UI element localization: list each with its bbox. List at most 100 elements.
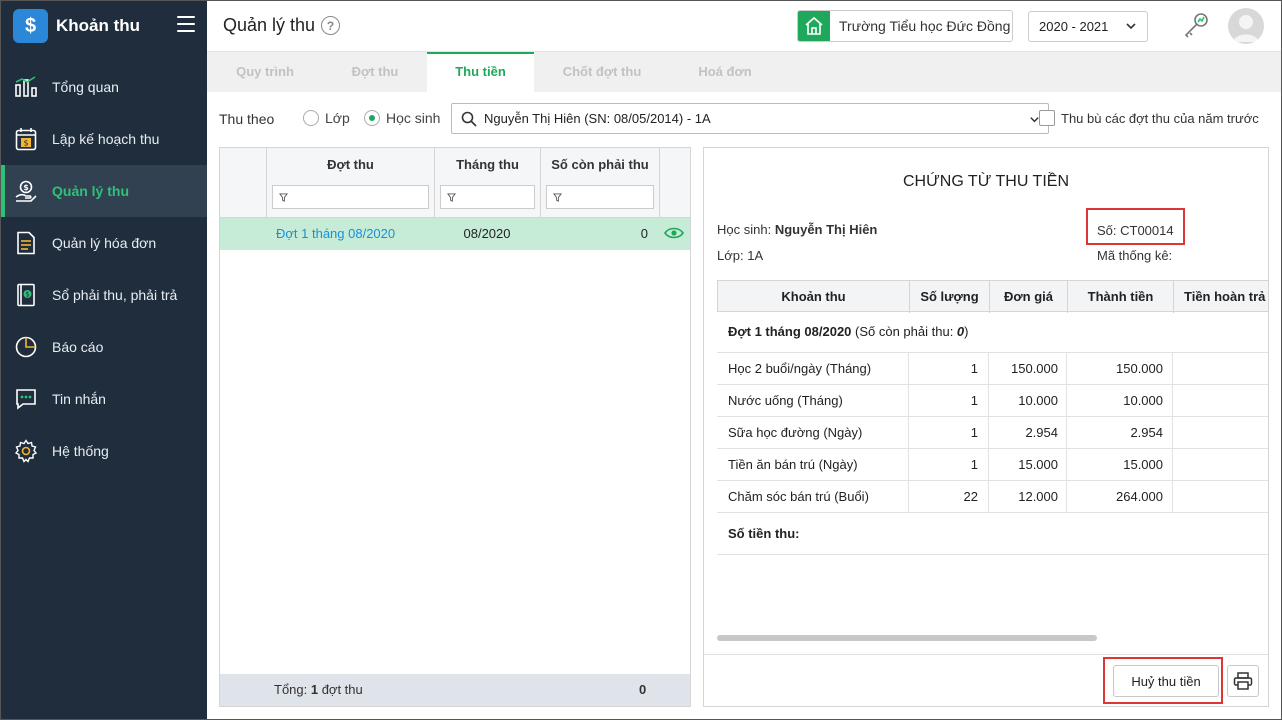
cell-don-gia: 2.954 xyxy=(1025,425,1058,440)
sidebar-item-tin-nhan[interactable]: Tin nhắn xyxy=(1,373,207,425)
carryover-checkbox[interactable]: Thu bù các đợt thu của năm trước xyxy=(1039,110,1259,126)
tab-thu-tien[interactable]: Thu tiền xyxy=(427,52,534,92)
group-title: Đợt 1 tháng 08/2020 (Số còn phải thu: 0) xyxy=(728,316,969,348)
radio-hoc-sinh-label: Học sinh xyxy=(386,110,441,126)
sidebar-item-label: Báo cáo xyxy=(52,339,104,355)
column-header: Tiền hoàn trả xyxy=(1173,281,1268,313)
footer-total: 0 xyxy=(639,682,647,697)
column-header: Tháng thu xyxy=(456,157,519,172)
key-tools-icon[interactable] xyxy=(1181,10,1211,40)
sidebar-item-quan-ly-hoa-don[interactable]: Quản lý hóa đơn xyxy=(1,217,207,269)
voucher-footer: Huỷ thu tiền xyxy=(704,654,1268,706)
grid-footer: Tổng: 1 đợt thu 0 xyxy=(220,674,690,706)
grid-header: Đợt thu Tháng thu Số còn phải thu xyxy=(220,148,690,218)
filter-icon xyxy=(279,193,288,202)
voucher-stat-code: Mã thống kê: xyxy=(1097,248,1173,263)
voucher-title: CHỨNG TỪ THU TIỀN xyxy=(902,173,1069,190)
printer-icon[interactable] xyxy=(1227,665,1259,697)
calendar-money-icon: $ xyxy=(13,126,39,152)
gear-icon xyxy=(13,438,39,464)
cell-so-luong: 1 xyxy=(970,457,978,472)
column-header: Đợt thu xyxy=(327,157,374,172)
sidebar-item-label: Lập kế hoạch thu xyxy=(52,131,160,147)
sidebar-item-so-phai-thu-phai-tra[interactable]: $ Sổ phải thu, phải trả xyxy=(1,269,207,321)
table-row: Chăm sóc bán trú (Buổi) 22 12.000 264.00… xyxy=(717,481,1268,513)
tab-quy-trinh[interactable]: Quy trình xyxy=(207,52,323,92)
thu-theo-label: Thu theo xyxy=(219,111,275,127)
grid-select-column xyxy=(220,148,266,218)
top-header: Quản lý thu ? Trường Tiểu học Đức Đồng 2… xyxy=(207,1,1281,52)
group-name: Đợt 1 tháng 08/2020 xyxy=(728,324,852,339)
student-label: Học sinh: xyxy=(717,222,775,237)
footer-prefix: Tổng: xyxy=(274,682,311,697)
column-header: Thành tiền xyxy=(1067,281,1173,313)
filter-input[interactable] xyxy=(272,185,429,209)
student-select[interactable]: Nguyễn Thị Hiên (SN: 08/05/2014) - 1A xyxy=(451,103,1049,134)
cell-so-luong: 1 xyxy=(970,425,978,440)
row-thang-thu: 08/2020 xyxy=(463,226,511,241)
grid-col-thang-thu: Tháng thu xyxy=(434,148,540,218)
table-row: Sữa học đường (Ngày) 1 2.954 2.954 xyxy=(717,417,1268,449)
sidebar-item-label: Hệ thống xyxy=(52,443,109,459)
radio-hoc-sinh[interactable]: Học sinh xyxy=(364,110,440,126)
avatar[interactable] xyxy=(1228,8,1264,44)
table-row[interactable]: Đợt 1 tháng 08/2020 08/2020 0 xyxy=(220,218,690,250)
cell-khoan-thu: Tiền ăn bán trú (Ngày) xyxy=(728,457,858,472)
document-icon xyxy=(13,230,39,256)
bar-chart-icon xyxy=(13,74,39,100)
app-window: $ Khoản thu Tổng quan $ Lập kế hoạch thu… xyxy=(0,0,1282,720)
svg-text:$: $ xyxy=(23,139,28,148)
total-label: Số tiền thu: xyxy=(728,526,800,541)
help-icon[interactable]: ? xyxy=(321,16,340,35)
filter-input[interactable] xyxy=(546,185,654,209)
chevron-down-icon xyxy=(1125,20,1137,35)
school-year-select[interactable]: 2020 - 2021 xyxy=(1028,11,1148,42)
grid-col-so-con-phai-thu: Số còn phải thu xyxy=(540,148,659,218)
cell-thanh-tien: 150.000 xyxy=(1116,361,1163,376)
pie-chart-icon xyxy=(13,334,39,360)
column-header: Đơn giá xyxy=(989,281,1067,313)
tab-hoa-don[interactable]: Hoá đơn xyxy=(670,52,780,92)
cell-khoan-thu: Nước uống (Tháng) xyxy=(728,393,843,408)
table-row: Tiền ăn bán trú (Ngày) 1 15.000 15.000 xyxy=(717,449,1268,481)
sidebar-item-lap-ke-hoach-thu[interactable]: $ Lập kế hoạch thu xyxy=(1,113,207,165)
voucher-total-row: Số tiền thu: xyxy=(717,513,1268,555)
horizontal-scrollbar[interactable] xyxy=(717,635,1097,641)
view-eye-icon[interactable] xyxy=(664,226,684,242)
cell-don-gia: 15.000 xyxy=(1018,457,1058,472)
radio-lop[interactable]: Lớp xyxy=(303,110,350,126)
cell-don-gia: 10.000 xyxy=(1018,393,1058,408)
sidebar-item-bao-cao[interactable]: Báo cáo xyxy=(1,321,207,373)
chat-icon xyxy=(13,386,39,412)
sidebar-item-label: Quản lý thu xyxy=(52,183,129,199)
radio-lop-label: Lớp xyxy=(325,110,350,126)
group-note-prefix: (Số còn phải thu: xyxy=(851,324,957,339)
app-logo-icon: $ xyxy=(13,9,48,43)
carryover-label: Thu bù các đợt thu của năm trước xyxy=(1061,110,1259,126)
sidebar-item-tong-quan[interactable]: Tổng quan xyxy=(1,61,207,113)
sidebar-item-he-thong[interactable]: Hệ thống xyxy=(1,425,207,477)
student-name: Nguyễn Thị Hiên xyxy=(774,222,878,237)
table-row: Nước uống (Tháng) 1 10.000 10.000 xyxy=(717,385,1268,417)
sidebar-item-label: Quản lý hóa đơn xyxy=(52,235,157,251)
svg-text:$: $ xyxy=(25,291,29,299)
row-dot-thu-link[interactable]: Đợt 1 tháng 08/2020 xyxy=(276,218,395,250)
hamburger-menu-icon[interactable] xyxy=(177,16,195,32)
row-so-con-phai-thu: 0 xyxy=(640,226,648,241)
tab-chot-dot-thu[interactable]: Chốt đợt thu xyxy=(534,52,670,92)
tab-dot-thu[interactable]: Đợt thu xyxy=(323,52,427,92)
voucher-student: Học sinh: Nguyễn Thị Hiên xyxy=(717,222,877,237)
grid-col-action xyxy=(659,148,690,218)
voucher-class: Lớp: 1A xyxy=(717,248,764,263)
cancel-payment-button[interactable]: Huỷ thu tiền xyxy=(1113,665,1219,697)
group-note-suffix: ) xyxy=(964,324,969,339)
cell-khoan-thu: Chăm sóc bán trú (Buổi) xyxy=(728,489,869,504)
radio-circle xyxy=(303,110,319,126)
filter-input[interactable] xyxy=(440,185,535,209)
school-selector-button[interactable]: Trường Tiểu học Đức Đồng xyxy=(797,10,1013,42)
hand-coin-icon: $ xyxy=(13,178,39,204)
dot-thu-grid: Đợt thu Tháng thu Số còn phải thu Đợt 1 … xyxy=(219,147,691,707)
cell-don-gia: 150.000 xyxy=(1011,361,1058,376)
cell-so-luong: 1 xyxy=(970,361,978,376)
sidebar-item-quan-ly-thu[interactable]: $ Quản lý thu xyxy=(1,165,207,217)
